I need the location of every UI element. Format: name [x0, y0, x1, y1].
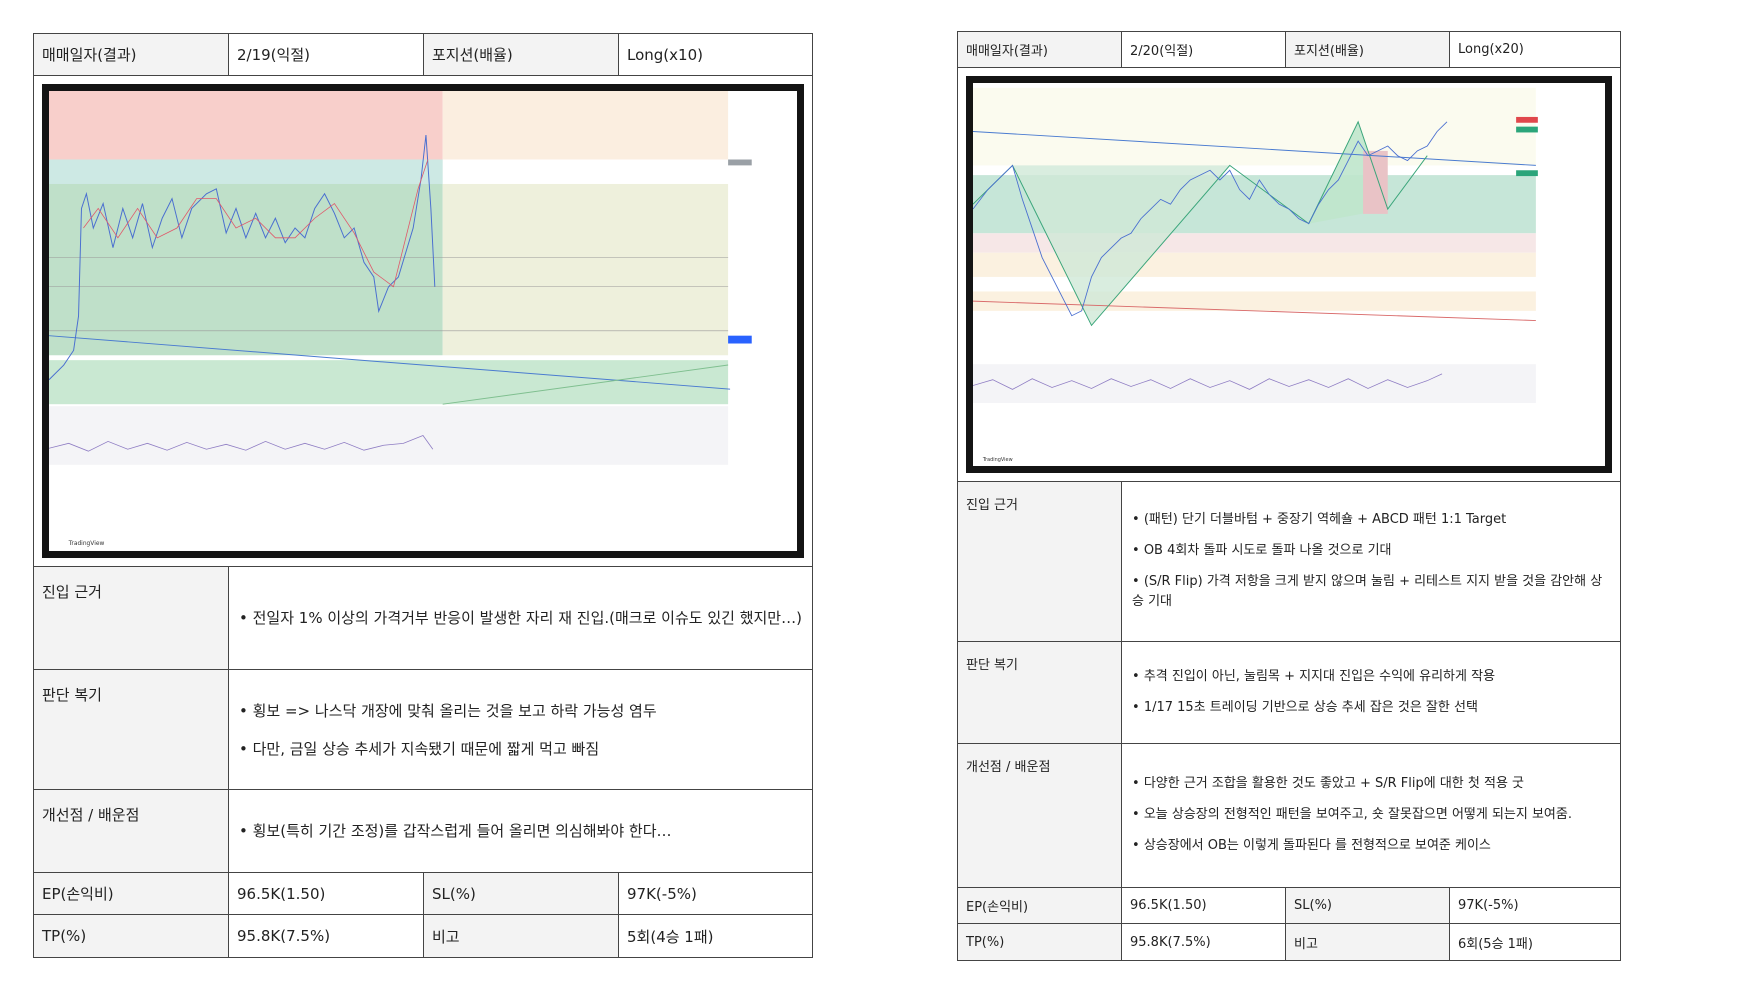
tp-note-row: TP(%) 95.8K(7.5%) 비고 5회(4승 1패)	[34, 915, 812, 957]
review-bullet: 추격 진입이 아닌, 눌림목 + 지지대 진입은 수익에 유리하게 작용	[1132, 667, 1495, 688]
tp-note-row: TP(%) 95.8K(7.5%) 비고 6회(5승 1패)	[958, 924, 1620, 960]
ep-value: 96.5K(1.50)	[229, 873, 424, 914]
entry-basis-bullet: OB 4회차 돌파 시도로 돌파 나올 것으로 기대	[1132, 541, 1392, 562]
ep-sl-row: EP(손익비) 96.5K(1.50) SL(%) 97K(-5%)	[958, 888, 1620, 924]
improvement-label: 개선점 / 배운점	[34, 790, 229, 872]
entry-basis-bullet: (패턴) 단기 더블바텀 + 중장기 역헤숄 + ABCD 패턴 1:1 Tar…	[1132, 510, 1506, 531]
ep-label: EP(손익비)	[34, 873, 229, 914]
entry-basis-bullet: (S/R Flip) 가격 저항을 크게 받지 않으며 눌림 + 리테스트 지지…	[1132, 572, 1610, 614]
tradingview-chart: TradingView	[42, 84, 804, 558]
entry-basis-row: 진입 근거 전일자 1% 이상의 가격거부 반응이 발생한 자리 재 진입.(매…	[34, 567, 812, 670]
review-bullet: 1/17 15초 트레이딩 기반으로 상승 추세 잡은 것은 잘한 선택	[1132, 698, 1478, 719]
review-row: 판단 복기 추격 진입이 아닌, 눌림목 + 지지대 진입은 수익에 유리하게 …	[958, 642, 1620, 744]
ep-value: 96.5K(1.50)	[1122, 888, 1286, 923]
entry-basis-label: 진입 근거	[34, 567, 229, 669]
trade-journal-card-right: 매매일자(결과) 2/20(익절) 포지션(배율) Long(x20) Trad…	[957, 31, 1621, 961]
entry-basis-row: 진입 근거 (패턴) 단기 더블바텀 + 중장기 역헤숄 + ABCD 패턴 1…	[958, 482, 1620, 642]
position-value: Long(x10)	[627, 45, 703, 64]
note-value: 5회(4승 1패)	[627, 927, 714, 946]
date-label: 매매일자(결과)	[34, 34, 229, 75]
review-label: 판단 복기	[958, 642, 1122, 743]
improvement-label: 개선점 / 배운점	[958, 744, 1122, 887]
note-label: 비고	[424, 915, 619, 957]
review-content: 추격 진입이 아닌, 눌림목 + 지지대 진입은 수익에 유리하게 작용 1/1…	[1122, 642, 1620, 743]
sl-value: 97K(-5%)	[627, 884, 697, 903]
tp-value: 95.8K(7.5%)	[1122, 924, 1286, 960]
entry-basis-content: 전일자 1% 이상의 가격거부 반응이 발생한 자리 재 진입.(매크로 이슈도…	[229, 567, 812, 669]
note-value: 6회(5승 1패)	[1458, 936, 1533, 952]
trade-journal-card-left: 매매일자(결과) 2/19(익절) 포지션(배율) Long(x10) Trad…	[33, 33, 813, 958]
tp-label: TP(%)	[958, 924, 1122, 960]
review-row: 판단 복기 횡보 => 나스닥 개장에 맞춰 올리는 것을 보고 하락 가능성 …	[34, 670, 812, 790]
position-value: Long(x20)	[1458, 42, 1524, 57]
tradingview-chart: TradingView	[966, 76, 1612, 473]
improvement-bullet: 오늘 상승장의 전형적인 패턴을 보여주고, 숏 잘못잡으면 어떻게 되는지 보…	[1132, 805, 1572, 826]
chart-screenshot-row: TradingView	[958, 68, 1620, 482]
improvement-row: 개선점 / 배운점 횡보(특히 기간 조정)를 갑작스럽게 들어 올리면 의심해…	[34, 790, 812, 873]
tp-value: 95.8K(7.5%)	[229, 915, 424, 957]
review-bullet: 횡보 => 나스닥 개장에 맞춰 올리는 것을 보고 하락 가능성 염두	[239, 699, 657, 723]
sl-label: SL(%)	[1286, 888, 1450, 923]
chart-screenshot-row: TradingView	[34, 76, 812, 567]
review-label: 판단 복기	[34, 670, 229, 789]
improvement-bullet: 횡보(특히 기간 조정)를 갑작스럽게 들어 올리면 의심해봐야 한다…	[239, 819, 672, 843]
ep-label: EP(손익비)	[958, 888, 1122, 923]
tp-label: TP(%)	[34, 915, 229, 957]
chart-image: TradingView	[49, 91, 797, 551]
improvement-bullet: 상승장에서 OB는 이렇게 돌파된다 를 전형적으로 보여준 케이스	[1132, 836, 1491, 857]
entry-basis-label: 진입 근거	[958, 482, 1122, 641]
ep-sl-row: EP(손익비) 96.5K(1.50) SL(%) 97K(-5%)	[34, 873, 812, 915]
date-value: 2/20(익절)	[1122, 32, 1286, 67]
review-content: 횡보 => 나스닥 개장에 맞춰 올리는 것을 보고 하락 가능성 염두 다만,…	[229, 670, 812, 789]
date-label: 매매일자(결과)	[958, 32, 1122, 67]
date-value: 2/19(익절)	[229, 34, 424, 75]
position-label: 포지션(배율)	[424, 34, 619, 75]
header-row: 매매일자(결과) 2/19(익절) 포지션(배율) Long(x10)	[34, 34, 812, 76]
svg-text:TradingView: TradingView	[982, 457, 1013, 463]
improvement-bullet: 다양한 근거 조합을 활용한 것도 좋았고 + S/R Flip에 대한 첫 적…	[1132, 774, 1524, 795]
note-label: 비고	[1286, 924, 1450, 960]
sl-label: SL(%)	[424, 873, 619, 914]
improvement-content: 다양한 근거 조합을 활용한 것도 좋았고 + S/R Flip에 대한 첫 적…	[1122, 744, 1620, 887]
improvement-content: 횡보(특히 기간 조정)를 갑작스럽게 들어 올리면 의심해봐야 한다…	[229, 790, 812, 872]
review-bullet: 다만, 금일 상승 추세가 지속됐기 때문에 짧게 먹고 빠짐	[239, 737, 600, 761]
chart-image: TradingView	[973, 83, 1605, 466]
svg-text:TradingView: TradingView	[68, 541, 105, 547]
sl-value: 97K(-5%)	[1458, 898, 1519, 913]
entry-basis-content: (패턴) 단기 더블바텀 + 중장기 역헤숄 + ABCD 패턴 1:1 Tar…	[1122, 482, 1620, 641]
position-label: 포지션(배율)	[1286, 32, 1450, 67]
improvement-row: 개선점 / 배운점 다양한 근거 조합을 활용한 것도 좋았고 + S/R Fl…	[958, 744, 1620, 888]
entry-basis-bullet: 전일자 1% 이상의 가격거부 반응이 발생한 자리 재 진입.(매크로 이슈도…	[239, 606, 802, 630]
header-row: 매매일자(결과) 2/20(익절) 포지션(배율) Long(x20)	[958, 32, 1620, 68]
